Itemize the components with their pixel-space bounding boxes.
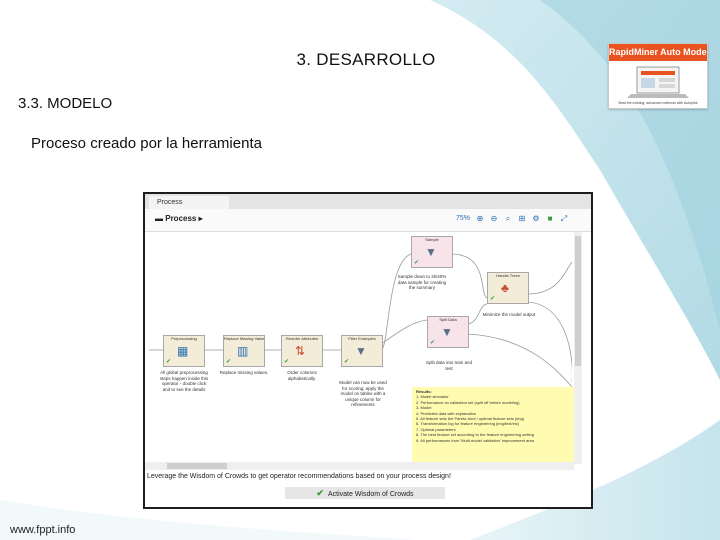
status-ok-icon: ✔ [284,359,290,365]
check-icon: ✔ [316,488,324,498]
tab-strip: Process [145,194,591,209]
logo-title: RapidMiner Auto Model [609,44,707,61]
wisdom-hint: Leverage the Wisdom of Crowds to get ope… [147,473,451,480]
filter-icon: ▼ [441,325,453,339]
logo-illustration [609,61,707,101]
operator-note: Minimize the model output [482,312,536,317]
filter-icon: ▼ [355,344,367,358]
horizontal-scrollbar[interactable] [145,462,574,470]
status-ok-icon: ✔ [226,359,232,365]
operator-note: Split data into train and test [425,360,473,371]
comment-icon[interactable]: ■ [545,214,555,224]
laptop-icon [627,66,689,98]
fit-icon[interactable]: ⊞ [517,214,527,224]
results-note: Results: 1. Model simulator 2. Performan… [412,387,577,465]
operator-note: Sample down to 2k/40% data sample for cr… [397,274,447,290]
footer-url[interactable]: www.fppt.info [10,524,75,536]
zoom-out-icon[interactable]: ⊖ [489,214,499,224]
operator-sample[interactable]: Sample ▼ ✔ [411,236,453,268]
status-ok-icon: ✔ [166,359,172,365]
process-canvas[interactable]: Preprocessing ▦ ✔ All global preprocessi… [149,232,577,465]
expand-icon[interactable]: ⤢ [559,214,569,224]
operator-note: Order columns alphabetically. [287,370,317,381]
status-ok-icon: ✔ [414,260,420,266]
subprocess-icon: ▦ [177,344,189,358]
operator-filter-examples[interactable]: Filter Examples ▼ ✔ [341,335,383,367]
zoom-in-icon[interactable]: ⊕ [475,214,485,224]
search-icon[interactable]: ⌕ [503,214,513,224]
operator-reorder-attributes[interactable]: Reorder Attributes ⇅ ✔ [281,335,323,367]
rapidminer-screenshot: Process ▬ Process ▸ 75% ⊕ ⊖ ⌕ ⊞ ⚙ ■ ⤢ Pr… [143,192,593,509]
status-ok-icon: ✔ [430,340,436,346]
zoom-level: 75% [456,215,471,222]
operator-note: Model can now be used for scoring; apply… [339,380,387,407]
results-title: Results: [416,389,432,394]
slide-caption: Proceso creado por la herramienta [31,135,262,152]
process-icon: ▬ [155,214,166,223]
tree-icon: ♣ [501,281,509,295]
operator-handle-trees[interactable]: Handle Trees ♣ ✔ [487,272,529,304]
logo-tagline: Beat the existing, advanced methods with… [618,101,698,105]
operator-preprocessing[interactable]: Preprocessing ▦ ✔ [163,335,205,367]
scroll-thumb[interactable] [167,463,227,469]
operator-split-data[interactable]: Split Data ▼ ✔ [427,316,469,348]
operator-replace-missing-values[interactable]: Replace Missing Values ▥ ✔ [223,335,265,367]
breadcrumb[interactable]: ▬ Process ▸ [155,214,203,223]
filter-icon: ▼ [425,245,437,259]
status-ok-icon: ✔ [344,359,350,365]
replace-icon: ▥ [237,344,249,358]
operator-note: All global preprocessing steps happen in… [159,370,209,392]
layout-icon[interactable]: ⚙ [531,214,541,224]
scroll-thumb[interactable] [575,236,581,366]
slide-subtitle: 3.3. MODELO [18,95,113,112]
process-toolbar: ▬ Process ▸ 75% ⊕ ⊖ ⌕ ⊞ ⚙ ■ ⤢ [145,209,591,232]
status-ok-icon: ✔ [490,296,496,302]
results-line: 9. All performances from 'Multi-model va… [416,437,535,443]
vertical-scrollbar[interactable] [574,232,582,464]
operator-note: Replace missing values. [219,370,269,375]
rapidminer-logo: RapidMiner Auto Model Beat the existing,… [608,43,708,109]
tab-process[interactable]: Process [149,196,229,209]
reorder-icon: ⇅ [295,344,306,358]
activate-wisdom-button[interactable]: ✔ Activate Wisdom of Crowds [285,487,445,499]
